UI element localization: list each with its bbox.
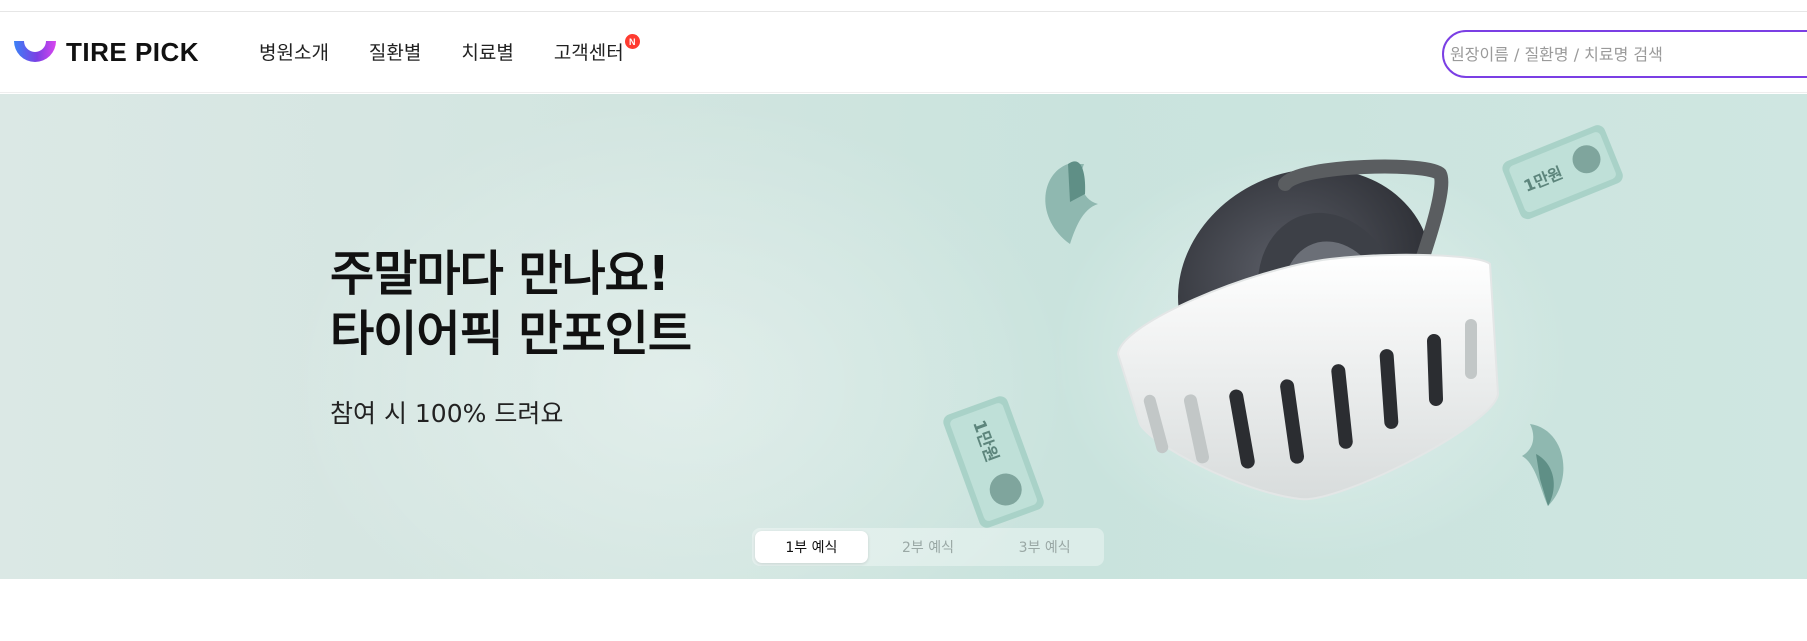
hero-tabs: 1부 예식 2부 예식 3부 예식 xyxy=(752,528,1104,566)
hero-title-line-1: 주말마다 만나요! xyxy=(330,246,670,302)
leaf-shape-right xyxy=(1522,424,1564,506)
hero-subtitle: 참여 시 100% 드려요 xyxy=(330,399,564,428)
tire-rim xyxy=(1257,212,1403,386)
nav-item-label: 고객센터 xyxy=(553,42,624,64)
utility-bar xyxy=(0,0,1807,12)
logo-mark-icon xyxy=(14,40,56,62)
nav-item-by-treatment[interactable]: 치료별 xyxy=(461,38,513,65)
tire-hub xyxy=(1292,304,1332,344)
new-badge: N xyxy=(624,34,640,49)
logo[interactable]: TIRE PICK xyxy=(12,37,199,68)
nav-item-by-disease[interactable]: 질환별 xyxy=(369,38,421,65)
nav-item-about[interactable]: 병원소개 xyxy=(259,38,329,65)
basket-slots xyxy=(1143,319,1477,469)
nav-item-label: 질환별 xyxy=(368,42,422,64)
banknote-top: 1만원 xyxy=(1502,125,1623,220)
nav-item-label: 병원소개 xyxy=(259,42,329,64)
tab-session-3[interactable]: 3부 예식 xyxy=(988,531,1101,563)
hero-banner[interactable]: 1만원 1만원 주말마다 만나요! 타이어픽 만포인트 참여 시 100% 드려… xyxy=(0,94,1807,579)
main-nav: 병원소개 질환별 치료별 고객센터 N xyxy=(259,34,640,65)
nav-item-label: 치료별 xyxy=(461,42,514,64)
nav-item-customer-center[interactable]: 고객센터 N xyxy=(553,34,640,65)
tire xyxy=(1178,168,1432,400)
tab-session-2[interactable]: 2부 예식 xyxy=(872,531,985,563)
tire-rim-inner xyxy=(1283,241,1387,367)
site-header: TIRE PICK 병원소개 질환별 치료별 고객센터 N xyxy=(0,12,1807,93)
basket xyxy=(1116,253,1500,501)
search-box xyxy=(1442,30,1807,78)
banknote-top-text: 1만원 xyxy=(1521,163,1566,196)
logo-text: TIRE PICK xyxy=(66,37,200,67)
hero-title: 주말마다 만나요! 타이어픽 만포인트 xyxy=(330,244,692,364)
tab-session-1[interactable]: 1부 예식 xyxy=(755,531,868,563)
leaf-shape-right-dark xyxy=(1536,454,1554,506)
hero-title-line-2: 타이어픽 만포인트 xyxy=(330,306,692,362)
basket-handle xyxy=(1278,159,1449,341)
search-input[interactable] xyxy=(1450,32,1807,76)
basket-glow xyxy=(1050,144,1570,564)
